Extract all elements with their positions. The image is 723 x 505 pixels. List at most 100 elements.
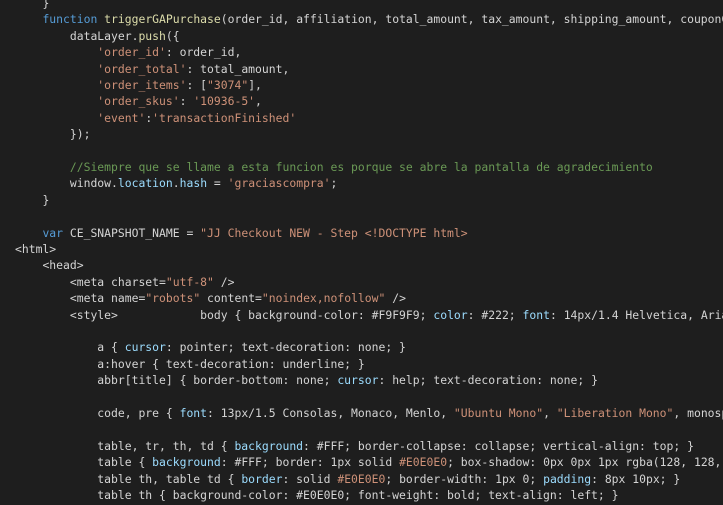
code-token: /> [385, 291, 406, 306]
code-token: a { [97, 340, 125, 355]
code-token: window. [69, 176, 118, 191]
code-token: table th, table td { [97, 471, 242, 486]
code-token: push [138, 28, 166, 43]
code-token: 'graciascompra' [227, 176, 331, 191]
code-token: : #222; [467, 307, 523, 322]
code-token: table, tr, th, td { [97, 438, 235, 453]
code-token: ; border-width: 1px 0; [385, 471, 544, 486]
code-token: a:hover { text-decoration: underline; } [97, 356, 365, 371]
code-token: : pointer; text-decoration: none; } [165, 340, 406, 355]
code-line: table th { background-color: #E0E0E0; fo… [15, 487, 619, 503]
code-token: var [42, 225, 64, 240]
code-token: <meta charset= [69, 274, 166, 289]
code-token: 'order_skus' [97, 94, 180, 109]
code-token: <head> [42, 258, 84, 273]
code-token: : help; text-decoration: none; } [378, 373, 598, 388]
code-line: 'order_items': ["3074"], [15, 77, 262, 93]
code-token: Helvetica, Arial, sans-serif; } [625, 307, 723, 322]
code-token: . [172, 176, 180, 191]
code-token: 'transactionFinished' [152, 110, 297, 125]
code-token: code, pre { [97, 406, 180, 420]
code-token: <html> [15, 242, 57, 256]
code-line: } [15, 0, 49, 11]
code-line: abbr[title] { border-bottom: none; curso… [15, 372, 598, 388]
code-token: ], [248, 78, 262, 92]
code-token: : [549, 307, 564, 322]
code-token: = [207, 176, 228, 191]
code-token: background [152, 455, 221, 470]
code-token: table { [97, 455, 153, 470]
code-line: <meta name="robots" content="noindex,nof… [15, 290, 406, 306]
code-token: CE_SNAPSHOT_NAME = [63, 225, 201, 240]
code-line: } [15, 192, 49, 208]
code-token: "noindex,nofollow" [261, 291, 386, 306]
code-token: } [42, 192, 50, 207]
code-token: : 8px 10px; } [591, 471, 681, 486]
code-token: ({ [165, 28, 180, 43]
code-token: /> [213, 274, 235, 289]
code-line: <style> body { background-color: #F9F9F9… [15, 307, 723, 323]
code-token: '10936-5' [193, 94, 256, 109]
code-token: "Ubuntu Mono" [453, 406, 544, 420]
code-token: : #FFF; border-collapse: collapse; verti… [303, 438, 694, 453]
code-line: table { background: #FFF; border: 1px so… [15, 454, 723, 470]
code-token: 14px/1.4 [563, 307, 619, 322]
code-line: <head> [15, 257, 84, 273]
code-token: ; [419, 307, 434, 322]
code-token: #E0E0E0 [337, 471, 386, 486]
code-token: hash [179, 176, 208, 191]
code-line: dataLayer.push({ [15, 28, 180, 44]
code-line: <html> [15, 241, 56, 257]
code-line: a:hover { text-decoration: underline; } [15, 356, 365, 372]
code-token: background [234, 438, 304, 453]
code-token: location [117, 176, 173, 191]
code-token: padding [543, 471, 592, 486]
code-token: "utf-8" [165, 274, 214, 289]
code-token: <style> body { background-color: [69, 307, 372, 322]
code-line: a { cursor: pointer; text-decoration: no… [15, 339, 406, 355]
code-token: font [522, 307, 550, 322]
code-line: 'order_skus': '10936-5', [15, 93, 262, 109]
code-token: "robots" [145, 291, 201, 306]
code-token: cursor [337, 373, 379, 388]
code-token: ; [330, 176, 338, 191]
code-token: : [179, 94, 194, 109]
code-token: : solid [282, 471, 338, 486]
code-token: } [42, 0, 50, 10]
code-token: 'order_total' [97, 61, 187, 76]
code-line: window.location.hash = 'graciascompra'; [15, 175, 338, 191]
code-token: ; box-shadow: 0px 0px 1px rgba(128, 128,… [447, 455, 722, 470]
code-token: , [543, 406, 557, 420]
code-token: #E0E0E0 [399, 455, 448, 470]
code-line: <meta charset="utf-8" /> [15, 274, 235, 290]
code-token: : [ [186, 78, 208, 92]
code-token: dataLayer. [69, 28, 139, 43]
code-token: , monospace; } [673, 406, 723, 420]
code-token: <meta name= [69, 291, 146, 306]
code-token: : #FFF; border: 1px solid [220, 455, 400, 470]
code-line: }); [15, 126, 91, 142]
code-token: : order_id, [165, 45, 242, 60]
code-token: "3074" [207, 78, 249, 92]
code-token: cursor [124, 340, 166, 355]
code-token: abbr[title] { border-bottom: none; [97, 373, 338, 388]
code-line: 'order_total': total_amount, [15, 61, 289, 77]
code-token: : 13px/1.5 Consolas, Monaco, Menlo, [207, 406, 454, 420]
code-token: //Siempre que se llame a esta funcion es… [69, 160, 653, 174]
code-token: table th { background-color: #E0E0E0; fo… [97, 488, 619, 502]
code-line: table, tr, th, td { background: #FFF; bo… [15, 438, 694, 454]
code-token: color [433, 307, 468, 322]
code-token: 'order_items' [97, 78, 187, 92]
code-editor[interactable]: } function triggerGAPurchase(order_id, a… [0, 0, 723, 505]
code-token: triggerGAPurchase [104, 12, 221, 27]
code-line: function triggerGAPurchase(order_id, aff… [15, 11, 723, 27]
code-line: var CE_SNAPSHOT_NAME = "JJ Checkout NEW … [15, 225, 467, 241]
code-line: //Siempre que se llame a esta funcion es… [15, 159, 653, 175]
code-token: (order_id, affiliation, total_amount, ta… [220, 12, 723, 27]
code-token: }); [69, 127, 91, 142]
code-line: code, pre { font: 13px/1.5 Consolas, Mon… [15, 405, 723, 421]
code-token: function [42, 12, 98, 27]
code-token: #F9F9F9 [371, 307, 420, 322]
code-token: , [255, 94, 262, 109]
code-token: 'order_id' [97, 45, 166, 60]
